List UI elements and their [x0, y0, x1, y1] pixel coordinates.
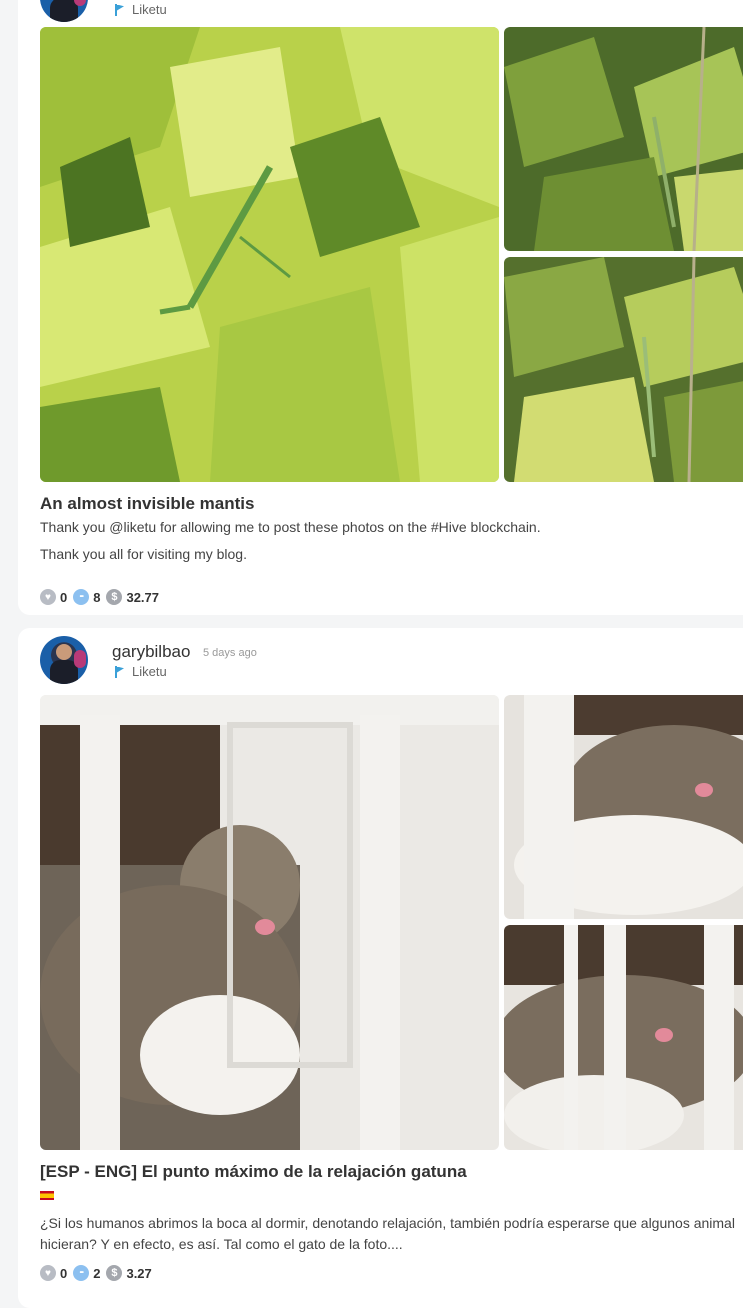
avatar[interactable] [40, 0, 88, 22]
heart-icon [40, 589, 56, 605]
like-count: 0 [60, 589, 68, 605]
heart-icon [40, 1265, 56, 1281]
author-name[interactable]: garybilbao [112, 642, 190, 662]
liketu-flag-icon [114, 3, 124, 16]
dollar-icon: $ [106, 589, 123, 605]
post-card: Liketu An almost invisible mantis Thank … [18, 0, 743, 615]
like-button[interactable]: 0 [40, 589, 67, 605]
post-stats: 0 2 $3.27 [40, 1265, 158, 1281]
community-link[interactable]: Liketu [114, 664, 167, 679]
comment-count: 2 [93, 1265, 101, 1281]
post-image-2[interactable] [504, 27, 743, 251]
post-excerpt-line-1: Thank you @liketu for allowing me to pos… [40, 519, 541, 535]
like-button[interactable]: 0 [40, 1265, 67, 1281]
post-image-2[interactable] [504, 695, 743, 919]
liketu-flag-icon [114, 665, 124, 678]
comment-button[interactable]: 8 [73, 589, 100, 605]
post-title[interactable]: An almost invisible mantis [40, 494, 254, 514]
payout-value: 32.77 [126, 589, 160, 605]
payout[interactable]: $32.77 [106, 589, 159, 605]
post-image-3[interactable] [504, 925, 743, 1150]
post-excerpt: ¿Si los humanos abrimos la boca al dormi… [40, 1215, 735, 1252]
spain-flag-icon [40, 1191, 54, 1200]
post-image-3[interactable] [504, 257, 743, 482]
post-stats: 0 8 $32.77 [40, 589, 165, 605]
post-image-main[interactable] [40, 27, 499, 482]
comment-icon [73, 1265, 90, 1281]
comment-count: 8 [93, 589, 101, 605]
payout-value: 3.27 [126, 1265, 152, 1281]
comment-icon [73, 589, 90, 605]
community-name: Liketu [132, 664, 167, 679]
dollar-icon: $ [106, 1265, 123, 1281]
post-image-main[interactable] [40, 695, 499, 1150]
community-link[interactable]: Liketu [114, 2, 167, 17]
comment-button[interactable]: 2 [73, 1265, 100, 1281]
like-count: 0 [60, 1265, 68, 1281]
post-time: 5 days ago [203, 647, 257, 659]
post-excerpt-line-2: Thank you all for visiting my blog. [40, 546, 247, 562]
community-name: Liketu [132, 2, 167, 17]
payout[interactable]: $3.27 [106, 1265, 152, 1281]
post-title[interactable]: [ESP - ENG] El punto máximo de la relaja… [40, 1162, 467, 1182]
post-card: garybilbao 5 days ago Liketu [ESP - ENG]… [18, 628, 743, 1308]
avatar[interactable] [40, 636, 88, 684]
